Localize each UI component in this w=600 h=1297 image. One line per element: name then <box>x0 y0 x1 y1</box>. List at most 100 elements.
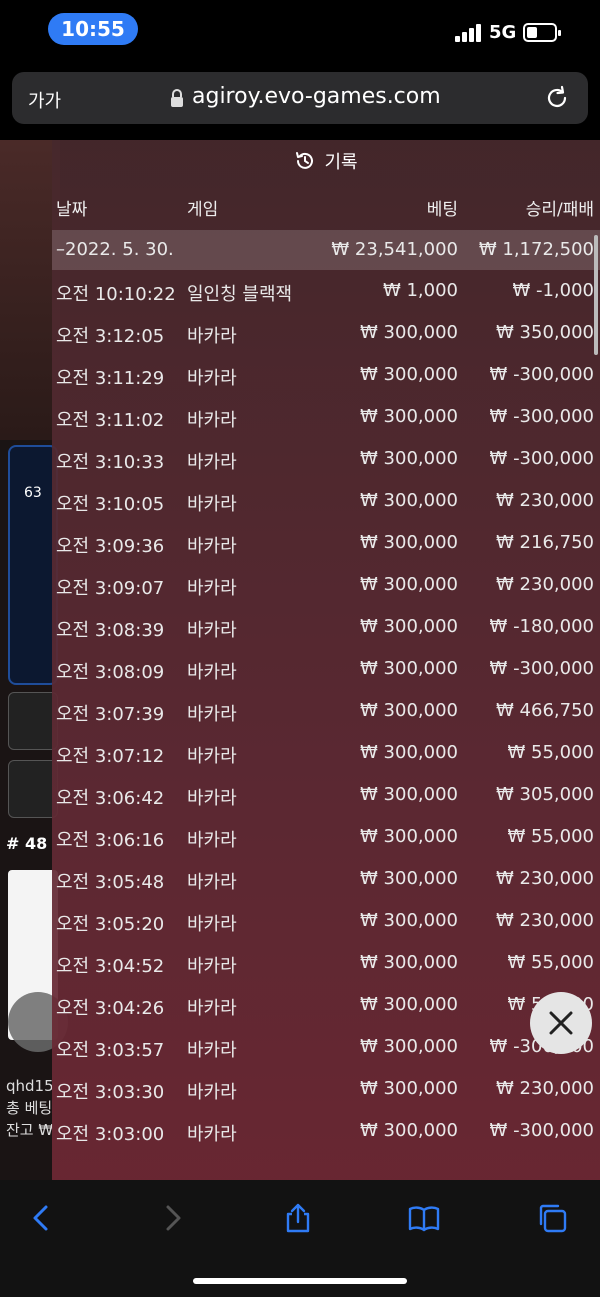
row-time: 오전 3:07:12 <box>56 746 165 767</box>
table-row[interactable]: 오전 3:07:12 바카라 ₩ 300,000 ₩ 55,000 <box>52 732 600 774</box>
battery-icon <box>523 23 561 42</box>
row-game: 일인칭 블랙잭 <box>187 284 293 305</box>
table-row[interactable]: 오전 3:10:33 바카라 ₩ 300,000 ₩ -300,000 <box>52 438 600 480</box>
table-row[interactable]: 오전 3:03:30 바카라 ₩ 300,000 ₩ 230,000 <box>52 1068 600 1110</box>
row-time: 오전 3:12:05 <box>56 326 165 347</box>
url-text[interactable]: agiroy.evo-games.com <box>192 84 441 109</box>
status-bar: 10:55 5G <box>0 0 600 62</box>
address-bar[interactable]: 가가 agiroy.evo-games.com <box>12 72 588 124</box>
row-result: ₩ -300,000 <box>489 1120 594 1141</box>
row-game: 바카라 <box>187 830 237 851</box>
row-time: 오전 3:05:48 <box>56 872 165 893</box>
row-time: 오전 3:03:30 <box>56 1082 165 1103</box>
table-row[interactable]: 오전 3:07:39 바카라 ₩ 300,000 ₩ 466,750 <box>52 690 600 732</box>
row-game: 바카라 <box>187 746 237 767</box>
table-row[interactable]: 오전 3:04:52 바카라 ₩ 300,000 ₩ 55,000 <box>52 942 600 984</box>
row-game: 바카라 <box>187 326 237 347</box>
row-result: ₩ 230,000 <box>496 910 594 931</box>
side-button[interactable] <box>8 692 58 750</box>
clock-history-icon <box>296 152 314 169</box>
tabs-icon[interactable] <box>536 1202 568 1234</box>
scrollbar[interactable] <box>594 235 598 355</box>
chevron-left-icon[interactable] <box>26 1202 58 1234</box>
header-game: 게임 <box>187 200 219 220</box>
text-size-button[interactable]: 가가 <box>28 87 61 113</box>
row-time: 오전 10:10:22 <box>56 284 176 305</box>
table-row[interactable]: 오전 3:11:29 바카라 ₩ 300,000 ₩ -300,000 <box>52 354 600 396</box>
row-time: 오전 3:05:20 <box>56 914 165 935</box>
user-line: 잔고 ₩ <box>6 1121 54 1139</box>
table-row[interactable]: 오전 3:03:57바카라₩ 300,000₩ -300,000 <box>52 1026 600 1068</box>
share-icon[interactable] <box>282 1202 314 1234</box>
row-game: 바카라 <box>187 368 237 389</box>
row-time: 오전 3:06:16 <box>56 830 165 851</box>
table-row[interactable]: 오전 3:05:48 바카라 ₩ 300,000 ₩ 230,000 <box>52 858 600 900</box>
table-row[interactable]: 오전 3:03:00 바카라 ₩ 300,000 ₩ -300,000 <box>52 1110 600 1152</box>
table-row[interactable]: 오전 3:10:05 바카라 ₩ 300,000 ₩ 230,000 <box>52 480 600 522</box>
table-row[interactable]: 오전 3:12:05 바카라 ₩ 300,000 ₩ 350,000 <box>52 312 600 354</box>
row-game: 바카라 <box>187 578 237 599</box>
close-button[interactable] <box>530 992 592 1054</box>
history-title: 기록 <box>52 140 600 182</box>
row-bet: ₩ 300,000 <box>360 868 458 889</box>
row-bet: ₩ 300,000 <box>360 322 458 343</box>
status-time[interactable]: 10:55 <box>48 13 138 45</box>
row-result: ₩ -300,000 <box>489 364 594 385</box>
row-game: 바카라 <box>187 998 237 1019</box>
table-row[interactable]: 오전 3:09:36 바카라 ₩ 300,000 ₩ 216,750 <box>52 522 600 564</box>
row-game: 바카라 <box>187 536 237 557</box>
reload-icon[interactable] <box>544 85 570 111</box>
table-row[interactable]: 오전 3:09:07 바카라 ₩ 300,000 ₩ 230,000 <box>52 564 600 606</box>
row-game: 바카라 <box>187 1124 237 1145</box>
table-row[interactable]: 오전 3:08:09 바카라 ₩ 300,000 ₩ -300,000 <box>52 648 600 690</box>
date-summary-row[interactable]: –2022. 5. 30. ₩ 23,541,000 ₩ 1,172,500 <box>52 230 600 270</box>
book-icon[interactable] <box>408 1202 440 1234</box>
timer-panel: 63 <box>8 445 58 685</box>
row-result: ₩ 230,000 <box>496 868 594 889</box>
lock-icon <box>171 89 183 107</box>
summary-date: –2022. 5. 30. <box>56 239 174 260</box>
header-result: 승리/패배 <box>525 200 594 220</box>
row-result: ₩ 55,000 <box>507 826 594 847</box>
table-row[interactable]: 오전 3:11:02 바카라 ₩ 300,000 ₩ -300,000 <box>52 396 600 438</box>
row-result: ₩ -300,000 <box>489 448 594 469</box>
row-bet: ₩ 300,000 <box>360 1078 458 1099</box>
row-bet: ₩ 300,000 <box>360 448 458 469</box>
row-result: ₩ -180,000 <box>489 616 594 637</box>
table-row[interactable]: 오전 3:06:42 바카라 ₩ 300,000 ₩ 305,000 <box>52 774 600 816</box>
history-table[interactable]: –2022. 5. 30. ₩ 23,541,000 ₩ 1,172,500 오… <box>52 230 600 1152</box>
network-label: 5G <box>489 22 517 43</box>
row-result: ₩ 55,000 <box>507 742 594 763</box>
row-time: 오전 3:11:02 <box>56 410 165 431</box>
table-row[interactable]: 오전 10:10:22 일인칭 블랙잭 ₩ 1,000 ₩ -1,000 <box>52 270 600 312</box>
row-result: ₩ 230,000 <box>496 490 594 511</box>
row-game: 바카라 <box>187 452 237 473</box>
row-time: 오전 3:09:07 <box>56 578 165 599</box>
history-title-text: 기록 <box>324 152 358 173</box>
row-result: ₩ 55,000 <box>507 952 594 973</box>
summary-result: ₩ 1,172,500 <box>478 239 594 260</box>
table-row[interactable]: 오전 3:08:39 바카라 ₩ 300,000 ₩ -180,000 <box>52 606 600 648</box>
table-row[interactable]: 오전 3:05:20 바카라 ₩ 300,000 ₩ 230,000 <box>52 900 600 942</box>
table-row[interactable]: 오전 3:04:26바카라₩ 300,000₩ 55,000 <box>52 984 600 1026</box>
row-game: 바카라 <box>187 1082 237 1103</box>
summary-bet: ₩ 23,541,000 <box>331 239 458 260</box>
chevron-right-icon[interactable] <box>156 1202 188 1234</box>
row-time: 오전 3:08:39 <box>56 620 165 641</box>
table-row[interactable]: 오전 3:06:16 바카라 ₩ 300,000 ₩ 55,000 <box>52 816 600 858</box>
row-bet: ₩ 300,000 <box>360 826 458 847</box>
row-result: ₩ 305,000 <box>496 784 594 805</box>
row-bet: ₩ 300,000 <box>360 910 458 931</box>
timer-percent: 63 <box>24 485 42 501</box>
row-game: 바카라 <box>187 494 237 515</box>
row-bet: ₩ 300,000 <box>360 406 458 427</box>
row-bet: ₩ 300,000 <box>360 574 458 595</box>
row-time: 오전 3:04:52 <box>56 956 165 977</box>
user-line: 총 베팅 <box>6 1099 53 1117</box>
side-button[interactable] <box>8 760 58 818</box>
row-bet: ₩ 300,000 <box>360 364 458 385</box>
row-time: 오전 3:10:05 <box>56 494 165 515</box>
row-result: ₩ 216,750 <box>496 532 594 553</box>
row-bet: ₩ 300,000 <box>360 784 458 805</box>
user-line: qhd15 <box>6 1077 54 1095</box>
